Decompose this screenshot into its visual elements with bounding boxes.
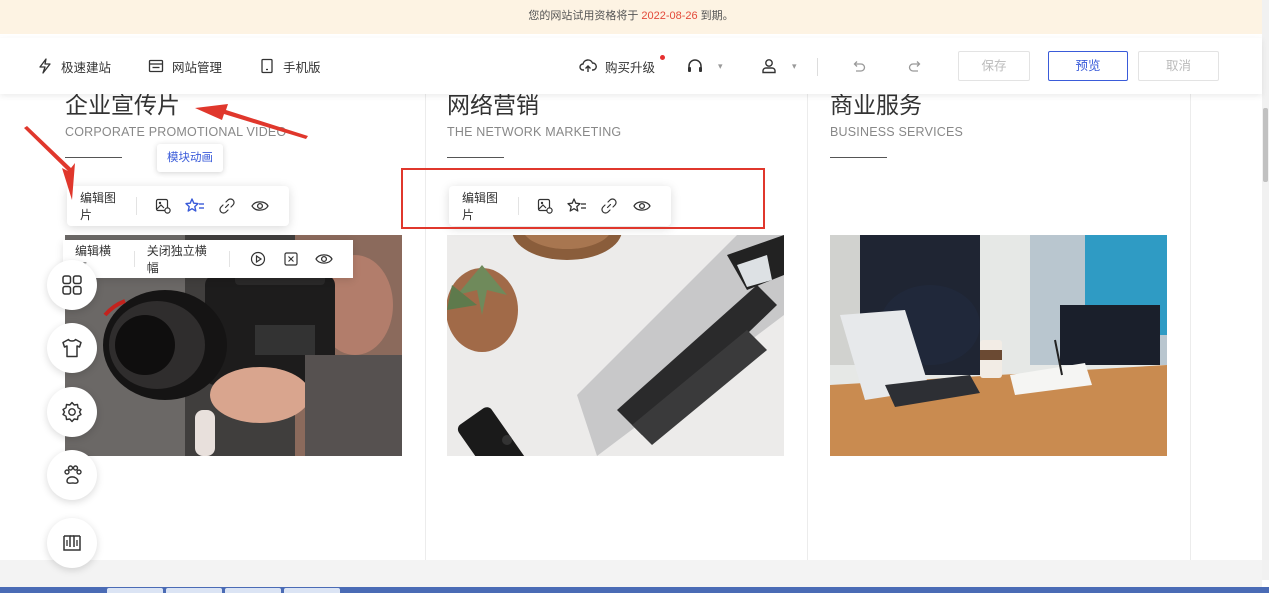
quick-build-label: 极速建站 [61,60,112,75]
column-divider [807,94,808,560]
taskbar-item[interactable] [107,588,163,593]
headset-icon [688,59,702,72]
toolbar-separator [133,251,135,267]
card-title: 商业服务 [830,94,922,116]
user-icon [762,59,776,74]
redo-icon [908,61,921,72]
shirt-icon [62,338,82,358]
play-icon [251,251,266,267]
banner-toolbar: 编辑横幅 关闭独立横幅 [63,240,353,278]
book-icon [63,535,81,551]
close-banner-button[interactable]: 关闭独立横幅 [147,242,217,276]
laptop-photo [447,235,784,456]
link-button[interactable] [211,198,243,214]
banner-date: 2022-08-26 [641,10,698,22]
card-underline [830,157,887,158]
editor-toolbar: 极速建站 网站管理 手机版 购买升级 ▾ ▾ 保存 预览 取消 [0,38,1262,94]
theme-button[interactable] [47,323,97,373]
site-manage-icon [148,59,164,73]
module-animation-tooltip: 模块动画 [157,144,223,172]
lightning-icon [39,58,51,74]
edit-image-icon [155,198,171,214]
link-icon [219,198,236,214]
card-underline [65,157,122,158]
column-divider [1190,94,1191,560]
preview-button[interactable]: 预览 [1048,51,1128,81]
card-title: 企业宣传片 [65,94,180,116]
toolbar-divider [817,58,818,76]
banner-suffix: 到期。 [700,10,734,22]
image-toolbar: 编辑图片 [67,186,289,226]
components-button[interactable] [47,260,97,310]
support-dropdown[interactable]: ▾ [686,38,723,94]
taskbar-item[interactable] [284,588,340,593]
site-manage-label: 网站管理 [172,60,223,75]
eye-icon [251,201,269,211]
column-divider [425,94,426,560]
layout-icon [284,252,298,266]
banner-layout-button[interactable] [275,251,308,267]
buy-upgrade-label: 购买升级 [605,60,656,75]
page-scrollbar[interactable] [1262,0,1269,580]
banner-play-button[interactable] [242,251,275,267]
os-taskbar [0,587,1269,593]
chevron-down-icon: ▾ [792,60,797,71]
card-underline [447,157,504,158]
seo-button[interactable] [47,450,97,500]
star-list-icon [185,198,205,212]
trial-banner: 您的网站试用资格将于 2022-08-26 到期。 [0,0,1262,34]
edit-image-button[interactable]: 编辑图片 [80,189,126,223]
gear-icon [62,401,82,423]
site-manage-button[interactable]: 网站管理 [148,38,222,94]
card-subtitle: THE NETWORK MARKETING [447,125,622,139]
redo-button[interactable] [907,38,931,94]
quick-build-button[interactable]: 极速建站 [37,38,111,94]
taskbar-item[interactable] [166,588,222,593]
taskbar-item[interactable] [225,588,281,593]
toolbar-separator [228,251,230,267]
preview-eye-button[interactable] [244,199,276,213]
card-subtitle: CORPORATE PROMOTIONAL VIDEO [65,125,287,139]
module-animation-button[interactable] [179,198,211,214]
banner-prefix: 您的网站试用资格将于 [528,10,639,22]
cancel-button[interactable]: 取消 [1138,51,1219,81]
scrollbar-thumb[interactable] [1263,108,1268,182]
mobile-icon [261,58,273,74]
upload-cloud-icon [579,59,597,72]
card-image-business[interactable] [830,235,1167,456]
image-settings-button[interactable] [147,198,179,214]
undo-icon [853,61,866,72]
card-image-laptop[interactable] [447,235,784,456]
bottom-strip [0,560,1262,587]
grid-icon [62,275,82,295]
business-photo [830,235,1167,456]
mobile-version-label: 手机版 [283,60,321,75]
save-button[interactable]: 保存 [958,51,1030,81]
eye-icon [315,254,334,264]
undo-button[interactable] [851,38,875,94]
toolbar-separator [135,197,137,215]
account-dropdown[interactable]: ▾ [760,38,797,94]
paw-icon [64,465,82,484]
buy-upgrade-button[interactable]: 购买升级 [579,38,655,94]
banner-preview-button[interactable] [308,252,341,266]
card-subtitle: BUSINESS SERVICES [830,125,964,139]
annotation-highlight-box [401,168,765,229]
pages-button[interactable] [47,518,97,568]
notification-dot [660,55,665,60]
settings-button[interactable] [47,387,97,437]
mobile-version-button[interactable]: 手机版 [259,38,321,94]
chevron-down-icon: ▾ [718,60,723,71]
card-title: 网络营销 [447,94,539,116]
